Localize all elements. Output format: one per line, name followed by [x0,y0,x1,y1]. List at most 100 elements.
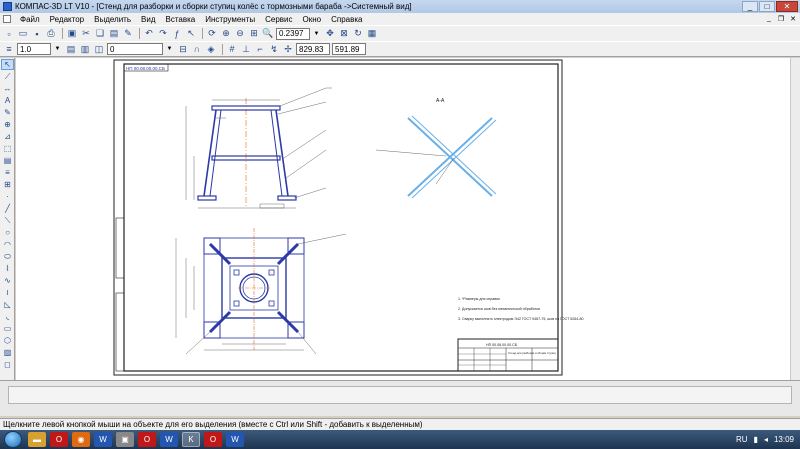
opera-task-icon[interactable]: O [50,432,68,447]
network-icon[interactable]: ▮ [754,435,758,444]
circle-tool-icon[interactable]: ○ [1,227,14,238]
app-task-icon[interactable]: ▣ [116,432,134,447]
polyline-tool-icon[interactable]: ⌇ [1,263,14,274]
start-button[interactable] [4,431,22,448]
reports-tool-icon[interactable]: ≡ [1,167,14,178]
copy-icon[interactable]: ❏ [94,28,106,40]
cut-icon[interactable]: ✂ [80,28,92,40]
hatch-tool-icon[interactable]: ▨ [1,347,14,358]
refresh-icon[interactable]: ⟳ [206,28,218,40]
menu-insert[interactable]: Вставка [161,15,201,24]
spline-tool-icon[interactable]: ≀ [1,287,14,298]
save-icon[interactable]: ▪ [31,28,43,40]
parametrization-tool-icon[interactable]: ⊕ [1,119,14,130]
doc-minimize-button[interactable]: _ [764,14,774,23]
redo-icon[interactable]: ↷ [157,28,169,40]
kompas-task-icon[interactable]: K [182,432,200,447]
select-tool-icon[interactable]: ↖ [1,59,14,70]
rebuild-icon[interactable]: ↻ [352,28,364,40]
menu-window[interactable]: Окно [298,15,327,24]
close-button[interactable]: ✕ [776,1,798,12]
grid-display-icon[interactable]: ▦ [366,28,378,40]
undo-icon[interactable]: ↶ [143,28,155,40]
point-tool-icon[interactable]: · [1,191,14,202]
menu-file[interactable]: Файл [15,15,45,24]
contour-tool-icon[interactable]: ◻ [1,359,14,370]
round-icon[interactable]: ↯ [268,43,280,55]
magnet-snap-icon[interactable]: ∩ [191,43,203,55]
zoom-dropdown-icon[interactable]: ▼ [312,29,321,39]
opera-task-icon-2[interactable]: O [138,432,156,447]
format-painter-icon[interactable]: ✎ [122,28,134,40]
ortho-icon[interactable]: ⊥ [240,43,252,55]
menu-select[interactable]: Выделить [89,15,136,24]
preview-icon[interactable]: ▣ [66,28,78,40]
menu-help[interactable]: Справка [326,15,367,24]
zoom-icon[interactable]: 🔍 [262,28,274,40]
layer-dropdown-icon[interactable]: ▼ [165,44,174,54]
bezier-tool-icon[interactable]: ∿ [1,275,14,286]
selection-tool-icon[interactable]: ⬚ [1,143,14,154]
layer-manager-icon[interactable]: ◫ [93,43,105,55]
measure-tool-icon[interactable]: ⊿ [1,131,14,142]
zoom-window-icon[interactable]: ⊞ [248,28,260,40]
layer-state-icon[interactable]: ▥ [79,43,91,55]
segment-tool-icon[interactable]: ⟍ [1,215,14,226]
menu-editor[interactable]: Редактор [45,15,89,24]
new-file-icon[interactable]: ▫ [3,28,15,40]
coord-icon[interactable]: ✢ [282,43,294,55]
firefox-task-icon[interactable]: ◉ [72,432,90,447]
zoom-in-icon[interactable]: ⊕ [220,28,232,40]
ellipse-tool-icon[interactable]: ⬭ [1,251,14,262]
layer-icon[interactable]: ▤ [65,43,77,55]
opera-task-icon-3[interactable]: O [204,432,222,447]
fillet-tool-icon[interactable]: ◟ [1,311,14,322]
help-pointer-icon[interactable]: ↖ [185,28,197,40]
local-cs-icon[interactable]: ⌐ [254,43,266,55]
menu-tools[interactable]: Инструменты [200,15,260,24]
pan-icon[interactable]: ✥ [324,28,336,40]
property-panel-area[interactable] [8,386,792,404]
auxiliary-line-icon[interactable]: ╱ [1,203,14,214]
line-scale-field[interactable]: 1.0 [17,43,51,55]
menu-view[interactable]: Вид [136,15,160,24]
layer-field[interactable]: 0 [107,43,163,55]
coord-x-field[interactable]: 829.83 [296,43,330,55]
clock[interactable]: 13:09 [774,435,794,444]
edit-tool-icon[interactable]: ✎ [1,107,14,118]
designations-tool-icon[interactable]: A [1,95,14,106]
geometry-tool-icon[interactable]: ⟋ [1,71,14,82]
zoom-all-icon[interactable]: ⊠ [338,28,350,40]
chamfer-tool-icon[interactable]: ◺ [1,299,14,310]
paste-icon[interactable]: ▤ [108,28,120,40]
rectangle-tool-icon[interactable]: ▭ [1,323,14,334]
language-indicator[interactable]: RU [736,435,748,444]
volume-icon[interactable]: ◂ [764,435,768,444]
arc-tool-icon[interactable]: ◠ [1,239,14,250]
grid-icon[interactable]: # [226,43,238,55]
word-task-icon-2[interactable]: W [160,432,178,447]
properties-icon[interactable]: ⊟ [177,43,189,55]
word-task-icon-3[interactable]: W [226,432,244,447]
zoom-out-icon[interactable]: ⊖ [234,28,246,40]
spec-tool-icon[interactable]: ▤ [1,155,14,166]
insert-tool-icon[interactable]: ⊞ [1,179,14,190]
menu-service[interactable]: Сервис [260,15,297,24]
polygon-tool-icon[interactable]: ⬡ [1,335,14,346]
doc-restore-button[interactable]: ❐ [776,14,786,23]
open-folder-icon[interactable]: ▭ [17,28,29,40]
word-task-icon[interactable]: W [94,432,112,447]
zoom-scale-field[interactable]: 0.2397 [276,27,310,40]
drawing-canvas[interactable]: НП 00.08.00.00.СБ А-А 1. *Размеры для сп… [16,58,800,380]
explorer-task-icon[interactable]: ▬ [28,432,46,447]
print-icon[interactable]: ⎙ [45,28,57,40]
dimensions-tool-icon[interactable]: ↔ [1,83,14,94]
snap-options-icon[interactable]: ◈ [205,43,217,55]
function-icon[interactable]: ƒ [171,28,183,40]
maximize-button[interactable]: □ [759,1,775,12]
line-style-icon[interactable]: ≡ [3,43,15,55]
coord-y-field[interactable]: 591.89 [332,43,366,55]
line-scale-dropdown-icon[interactable]: ▼ [53,44,62,54]
minimize-button[interactable]: _ [742,1,758,12]
vertical-scrollbar[interactable] [790,58,800,380]
